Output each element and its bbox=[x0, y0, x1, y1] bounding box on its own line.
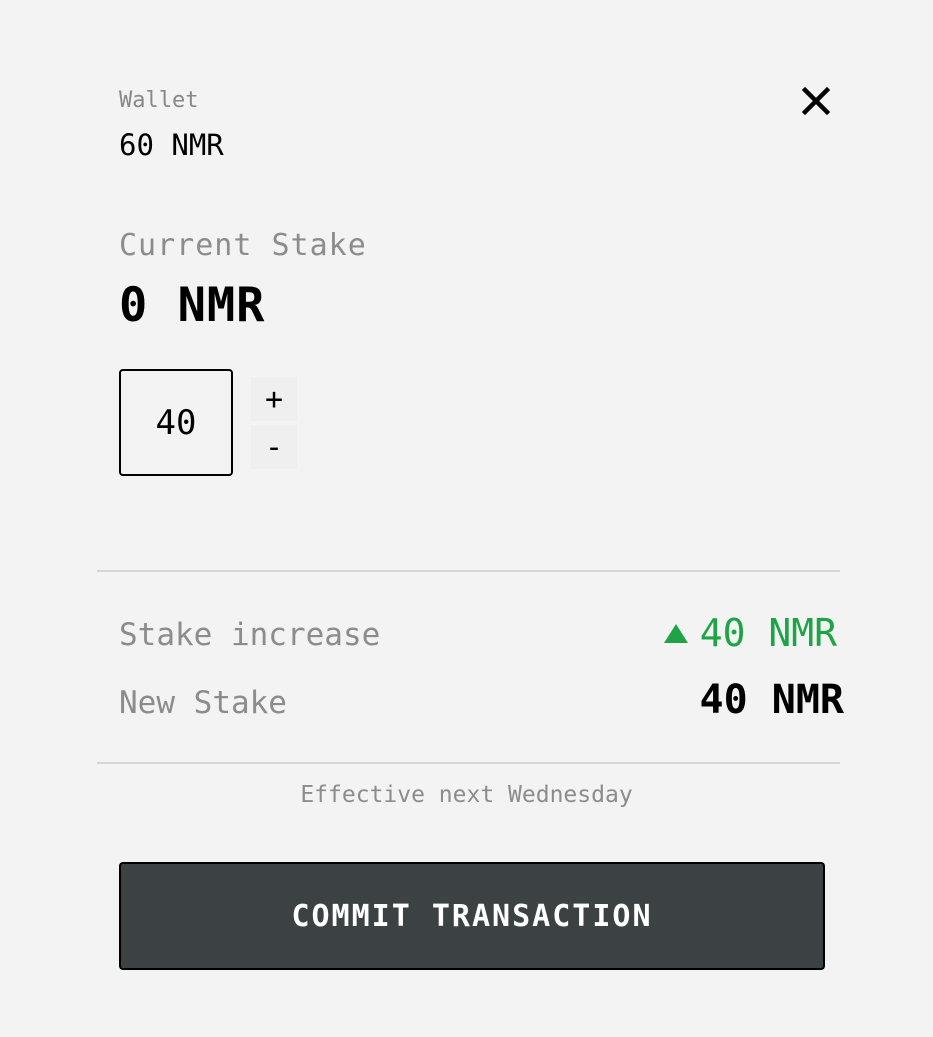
effective-date-note: Effective next Wednesday bbox=[300, 782, 633, 808]
commit-transaction-button[interactable]: COMMIT TRANSACTION bbox=[119, 862, 825, 970]
wallet-balance: 60 NMR bbox=[119, 128, 224, 162]
divider bbox=[97, 570, 840, 572]
stake-increase-value: 40 NMR bbox=[663, 611, 837, 655]
new-stake-label: New Stake bbox=[119, 685, 287, 721]
stake-increase-label: Stake increase bbox=[119, 617, 381, 653]
stake-increase-amount: 40 NMR bbox=[699, 611, 837, 655]
current-stake-value: 0 NMR bbox=[119, 278, 266, 333]
stake-amount-input[interactable] bbox=[119, 369, 233, 476]
wallet-label: Wallet bbox=[119, 88, 199, 113]
divider bbox=[97, 762, 840, 764]
increment-button[interactable]: + bbox=[251, 377, 297, 421]
close-button[interactable] bbox=[797, 82, 835, 120]
triangle-up-icon bbox=[663, 623, 688, 643]
close-icon bbox=[801, 86, 831, 116]
decrement-button[interactable]: - bbox=[251, 425, 297, 469]
current-stake-label: Current Stake bbox=[119, 228, 367, 263]
new-stake-value: 40 NMR bbox=[699, 677, 845, 723]
